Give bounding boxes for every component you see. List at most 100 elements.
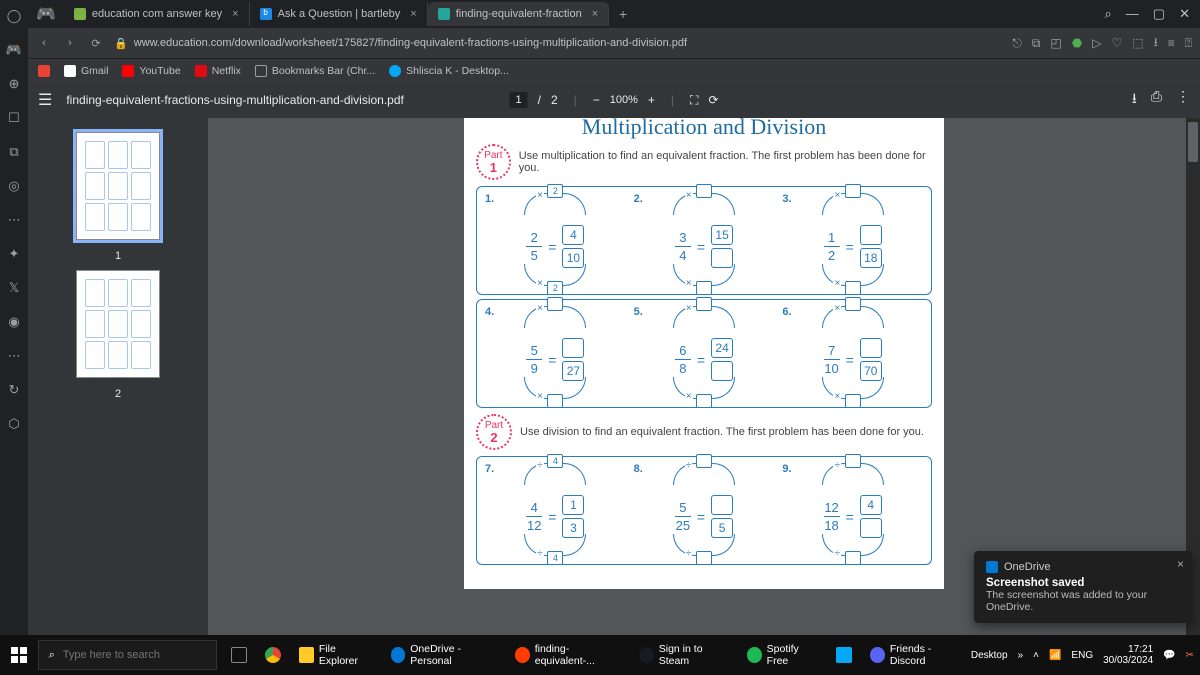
vpn-icon[interactable]: ⎋: [1012, 36, 1022, 51]
discord-icon[interactable]: ◉: [6, 314, 22, 330]
bookmarks-bar: Gmail YouTube Netflix Bookmarks Bar (Chr…: [28, 58, 1200, 82]
page-input[interactable]: 1: [509, 92, 527, 108]
favicon-icon: [438, 8, 450, 20]
forward-icon[interactable]: ›: [62, 37, 78, 49]
task-view[interactable]: [223, 635, 255, 675]
bookmark-netflix[interactable]: Netflix: [195, 65, 241, 77]
close-icon[interactable]: ×: [410, 8, 416, 20]
menu-icon[interactable]: ☰: [38, 90, 52, 110]
chrome-icon[interactable]: [257, 635, 289, 675]
shield-icon[interactable]: ⬣: [1072, 36, 1082, 50]
snip-icon[interactable]: ✂: [1186, 650, 1194, 661]
lock-icon: 🔒: [114, 37, 128, 50]
tb-steam[interactable]: Sign in to Steam: [631, 635, 737, 675]
maximize-icon[interactable]: ▢: [1153, 6, 1165, 22]
tray-lang[interactable]: ENG: [1071, 650, 1093, 661]
tab-bartleby[interactable]: b Ask a Question | bartleby ×: [250, 2, 428, 26]
scroll-thumb[interactable]: [1188, 122, 1198, 162]
problem-6: 6.×710=70×: [778, 306, 927, 397]
taskbar-items: File Explorer OneDrive - Personal findin…: [223, 635, 971, 675]
bookmark-icon[interactable]: ☐: [6, 110, 22, 126]
windows-taskbar: ⌕ File Explorer OneDrive - Personal find…: [0, 635, 1200, 675]
search-icon[interactable]: ⌕: [1105, 6, 1112, 22]
tab-label: Ask a Question | bartleby: [278, 8, 401, 20]
problem-7: 7.÷4412=13÷4: [481, 463, 630, 554]
minimize-icon[interactable]: ―: [1126, 6, 1139, 22]
more-icon[interactable]: ⋮: [1176, 88, 1190, 112]
screenshot-icon[interactable]: ◰: [1050, 36, 1061, 50]
part1-grid: 1.×225=410×22.×34=15×3.×12=18×: [476, 186, 932, 295]
tray-desktop[interactable]: Desktop: [971, 650, 1008, 661]
new-tab-button[interactable]: +: [613, 4, 633, 24]
thumbnail-1[interactable]: [76, 132, 160, 240]
tb-onedrive[interactable]: OneDrive - Personal: [383, 635, 506, 675]
search-input[interactable]: [63, 649, 207, 661]
rotate-icon[interactable]: ⟳: [708, 93, 718, 107]
tab-pdf[interactable]: finding-equivalent-fraction ×: [428, 2, 609, 26]
easy-setup-icon[interactable]: ≡: [1168, 36, 1175, 50]
bookmark-gmail[interactable]: Gmail: [64, 65, 108, 77]
tb-unknown[interactable]: [828, 635, 860, 675]
start-button[interactable]: [0, 647, 38, 663]
thumbnail-panel: 1 2: [28, 118, 208, 635]
close-icon[interactable]: ×: [592, 8, 598, 20]
bookmark-youtube[interactable]: YouTube: [122, 65, 180, 77]
url-input[interactable]: [134, 37, 1003, 49]
close-icon[interactable]: ×: [1177, 557, 1184, 571]
wifi-icon[interactable]: 📶: [1049, 650, 1061, 661]
profile-icon[interactable]: ⍰: [1185, 36, 1192, 51]
thumbnail-2[interactable]: [76, 270, 160, 378]
zoom-out-icon[interactable]: −: [593, 93, 600, 107]
tb-spotify[interactable]: Spotify Free: [739, 635, 826, 675]
speed-dial-icon[interactable]: ⊕: [6, 76, 22, 92]
cube2-icon[interactable]: ⬚: [1132, 36, 1143, 50]
onedrive-toast[interactable]: × OneDrive Screenshot saved The screensh…: [974, 551, 1192, 623]
address-bar[interactable]: 🔒: [114, 37, 1002, 50]
back-icon[interactable]: ‹: [36, 37, 52, 49]
divider-icon: ⋯: [6, 212, 22, 228]
tb-file-explorer[interactable]: File Explorer: [291, 635, 380, 675]
tb-pdf[interactable]: finding-equivalent-...: [507, 635, 629, 675]
camera-icon[interactable]: ⧉: [1032, 36, 1041, 51]
close-window-icon[interactable]: ✕: [1179, 6, 1190, 22]
instagram-icon[interactable]: ◎: [6, 178, 22, 194]
favicon-icon: b: [260, 8, 272, 20]
page-total: 2: [551, 93, 558, 107]
history-icon[interactable]: ↻: [6, 382, 22, 398]
toast-app: OneDrive: [1004, 561, 1050, 573]
part2-instr: Use division to find an equivalent fract…: [520, 426, 924, 438]
cube-icon[interactable]: ⬡: [6, 416, 22, 432]
download-pdf-icon[interactable]: ⭳: [1132, 88, 1137, 112]
part1-grid-b: 4.×59=27×5.×68=24×6.×710=70×: [476, 299, 932, 408]
tray-clock[interactable]: 17:21 30/03/2024: [1103, 644, 1153, 666]
send-icon[interactable]: ▷: [1092, 36, 1101, 50]
workspace-icon[interactable]: 🎮: [36, 4, 56, 24]
tray-arrow-icon[interactable]: ˄: [1033, 650, 1039, 661]
problem-1: 1.×225=410×2: [481, 193, 630, 284]
opera-icon[interactable]: ◯: [6, 8, 22, 24]
chevron-up-icon[interactable]: »: [1018, 650, 1024, 661]
bookmark-folder[interactable]: Bookmarks Bar (Chr...: [255, 65, 375, 77]
x-icon[interactable]: 𝕏: [6, 280, 22, 296]
divider-icon: ⋯: [6, 348, 22, 364]
apps-icon[interactable]: [38, 65, 50, 77]
twitch-icon[interactable]: ⧉: [6, 144, 22, 160]
tab-education[interactable]: education com answer key ×: [64, 2, 250, 26]
problem-3: 3.×12=18×: [778, 193, 927, 284]
taskbar-search[interactable]: ⌕: [38, 640, 218, 670]
opera-sidebar: ◯ 🎮 ⊕ ☐ ⧉ ◎ ⋯ ✦ 𝕏 ◉ ⋯ ↻ ⬡: [0, 0, 28, 635]
zoom-in-icon[interactable]: +: [648, 93, 655, 107]
pdf-toolbar: ☰ finding-equivalent-fractions-using-mul…: [28, 82, 1200, 118]
heart-icon[interactable]: ♡: [1111, 36, 1122, 50]
reload-icon[interactable]: ⟳: [88, 37, 104, 50]
tb-discord[interactable]: Friends - Discord: [862, 635, 971, 675]
fit-page-icon[interactable]: ⛶: [690, 93, 698, 108]
close-icon[interactable]: ×: [232, 8, 238, 20]
print-icon[interactable]: ⎙: [1151, 88, 1162, 112]
bookmark-desktop[interactable]: Shliscia K - Desktop...: [389, 65, 509, 77]
download-icon[interactable]: ⭳: [1154, 33, 1158, 54]
search-icon: ⌕: [49, 649, 55, 662]
notification-icon[interactable]: 💬: [1163, 650, 1175, 661]
gamepad-icon[interactable]: 🎮: [6, 42, 22, 58]
mod-icon[interactable]: ✦: [6, 246, 22, 262]
